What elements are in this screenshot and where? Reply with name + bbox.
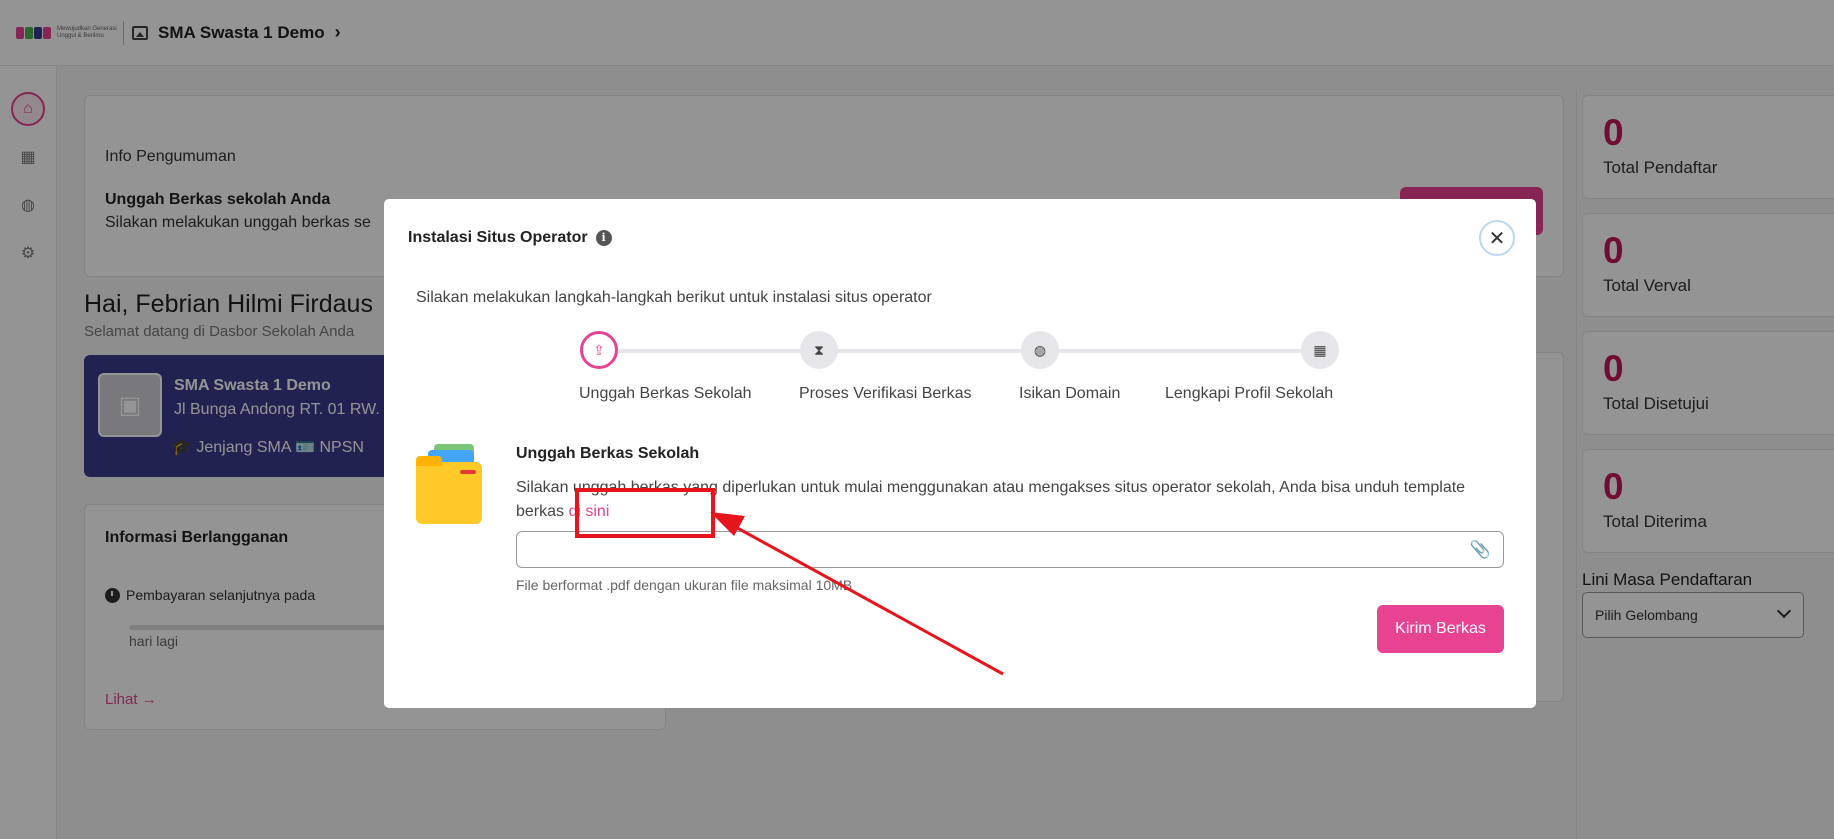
upload-description: Silakan unggah berkas yang diperlukan un…: [516, 476, 1496, 524]
close-icon: ✕: [1488, 227, 1506, 250]
step-label: Lengkapi Profil Sekolah: [1165, 385, 1334, 402]
step-label: Isikan Domain: [1019, 385, 1121, 402]
install-modal: Instalasi Situs Operator i ✕ Silakan mel…: [384, 199, 1536, 708]
step-label: Proses Verifikasi Berkas: [799, 385, 972, 402]
modal-title: Instalasi Situs Operator i: [408, 229, 612, 247]
hourglass-icon: ⧗: [800, 331, 838, 369]
school-icon: ▦: [1301, 331, 1339, 369]
stepper: ⇪ Unggah Berkas Sekolah ⧗ Proses Verifik…: [384, 329, 1536, 409]
file-upload-icon: ⇪: [580, 331, 618, 369]
upload-title: Unggah Berkas Sekolah: [516, 445, 700, 462]
close-button[interactable]: ✕: [1479, 220, 1515, 256]
file-upload-input[interactable]: 📎: [516, 531, 1504, 568]
step-label: Unggah Berkas Sekolah: [579, 385, 752, 402]
globe-icon: ◍: [1021, 331, 1059, 369]
file-hint: File berformat .pdf dengan ukuran file m…: [516, 577, 853, 593]
paperclip-icon[interactable]: 📎: [1470, 540, 1491, 560]
send-files-button[interactable]: Kirim Berkas: [1377, 605, 1504, 653]
stepper-track: [602, 349, 1302, 353]
info-icon[interactable]: i: [595, 230, 612, 246]
upload-description-text: Silakan unggah berkas yang diperlukan un…: [516, 479, 1466, 520]
modal-intro: Silakan melakukan langkah-langkah beriku…: [416, 289, 932, 306]
modal-title-text: Instalasi Situs Operator: [408, 229, 588, 246]
download-template-link[interactable]: di sini: [568, 503, 609, 520]
folder-icon: [416, 444, 496, 524]
